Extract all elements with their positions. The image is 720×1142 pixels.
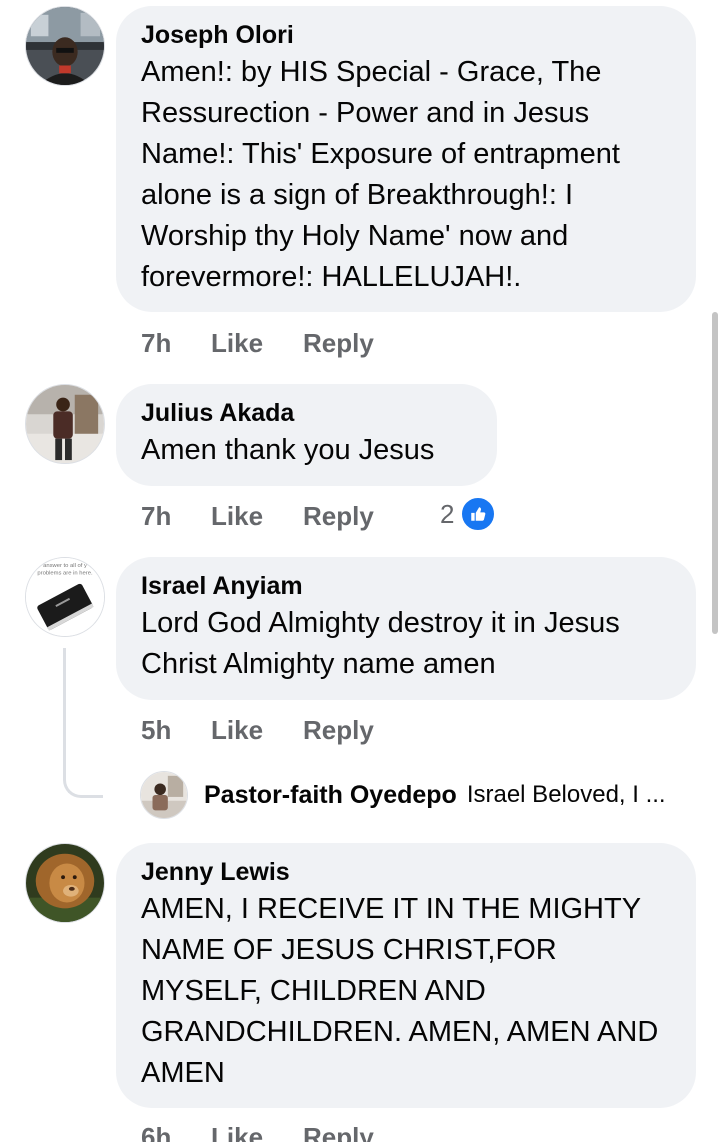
reply-button[interactable]: Reply [303, 328, 374, 358]
like-button[interactable]: Like [211, 501, 263, 531]
avatar-caption-line-2: problems are in here. [37, 571, 93, 577]
comment-bubble[interactable]: Israel Anyiam Lord God Almighty destroy … [116, 557, 696, 700]
comment-author[interactable]: Julius Akada [141, 398, 471, 428]
reply-author[interactable]: Pastor-faith Oyedepo [204, 781, 457, 810]
like-button[interactable]: Like [211, 1122, 263, 1142]
comment-author[interactable]: Jenny Lewis [141, 857, 670, 887]
profile-photo-icon [26, 844, 104, 922]
avatar-jenny-lewis[interactable] [25, 843, 105, 923]
like-button[interactable]: Like [211, 715, 263, 745]
avatar-caption-line-1: answer to all of y [43, 563, 87, 569]
like-button[interactable]: Like [211, 328, 263, 358]
avatar-israel-anyiam[interactable]: answer to all of y problems are in here. [25, 557, 105, 637]
avatar-joseph-olori[interactable] [25, 6, 105, 86]
comment-timestamp[interactable]: 5h [141, 715, 171, 745]
comment-bubble[interactable]: Julius Akada Amen thank you Jesus [116, 384, 497, 486]
reply-button[interactable]: Reply [303, 501, 374, 531]
comment-text: Amen!: by HIS Special - Grace, The Ressu… [141, 56, 620, 293]
reply-thread-line [63, 648, 103, 798]
thumbs-up-icon [460, 496, 497, 532]
profile-photo-icon: answer to all of y problems are in here. [26, 558, 104, 636]
reaction-count: 2 [440, 498, 455, 529]
comment-text: Lord God Almighty destroy it in Jesus Ch… [141, 607, 620, 680]
comment-text: Amen thank you Jesus [141, 434, 435, 466]
comment-author[interactable]: Joseph Olori [141, 20, 670, 50]
avatar-pastor-faith-oyedepo[interactable] [140, 771, 188, 819]
comment-text: AMEN, I RECEIVE IT IN THE MIGHTY NAME OF… [141, 893, 659, 1089]
comment-bubble[interactable]: Joseph Olori Amen!: by HIS Special - Gra… [116, 6, 696, 312]
reply-button[interactable]: Reply [303, 715, 374, 745]
reply-button[interactable]: Reply [303, 1122, 374, 1142]
reply-snippet: Israel Beloved, I ... [466, 781, 666, 808]
comments-list: Joseph Olori Amen!: by HIS Special - Gra… [0, 0, 720, 1142]
profile-photo-icon [26, 7, 104, 85]
comment-timestamp[interactable]: 6h [141, 1122, 171, 1142]
comment-timestamp[interactable]: 7h [141, 501, 171, 531]
comment-timestamp[interactable]: 7h [141, 328, 171, 358]
comment-author[interactable]: Israel Anyiam [141, 571, 670, 601]
reaction-summary[interactable]: 2 [440, 496, 497, 532]
avatar-julius-akada[interactable] [25, 384, 105, 464]
scrollbar[interactable] [712, 312, 718, 634]
comment-bubble[interactable]: Jenny Lewis AMEN, I RECEIVE IT IN THE MI… [116, 843, 696, 1108]
reply-preview[interactable]: Pastor-faith Oyedepo Israel Beloved, I .… [140, 771, 666, 819]
profile-photo-icon [141, 772, 187, 818]
profile-photo-icon [26, 385, 104, 463]
